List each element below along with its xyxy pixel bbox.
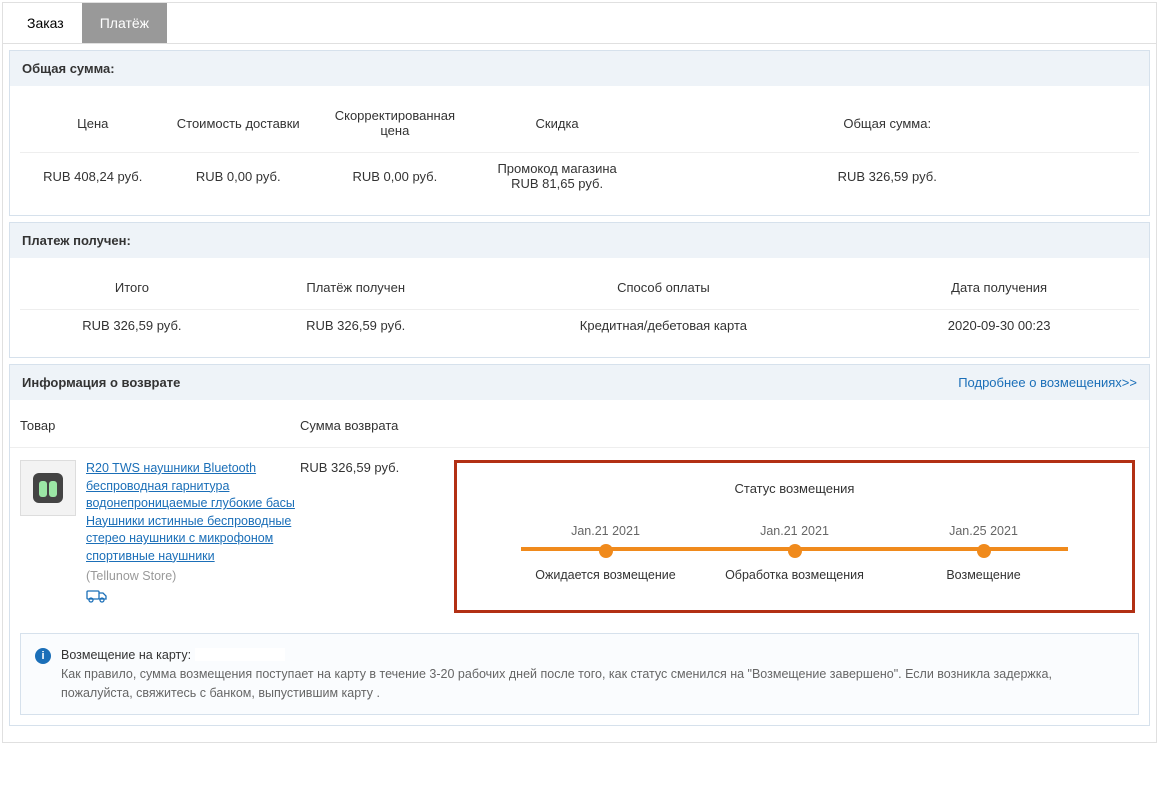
th-total: Общая сумма: <box>635 102 1139 153</box>
panel-total: Общая сумма: Цена Стоимость доставки Ско… <box>9 50 1150 216</box>
notice-card-prefix: Возмещение на карту: <box>61 648 195 662</box>
store-name: (Tellunow Store) <box>86 569 300 583</box>
panel-received-title: Платеж получен: <box>10 223 1149 258</box>
refund-timeline: Jan.21 2021 Ожидается возмещение Jan.21 … <box>511 524 1078 582</box>
td-rtotal: RUB 326,59 руб. <box>20 310 244 342</box>
th-discount: Скидка <box>479 102 636 153</box>
th-rdate: Дата получения <box>859 274 1139 310</box>
th-status: Статус возмещения <box>481 481 1108 496</box>
th-rmethod: Способ оплаты <box>468 274 860 310</box>
td-total: RUB 326,59 руб. <box>635 153 1139 200</box>
tab-payment[interactable]: Платёж <box>82 3 167 43</box>
th-amount: Сумма возврата <box>300 418 450 433</box>
td-shipping: RUB 0,00 руб. <box>165 153 310 200</box>
th-rreceived: Платёж получен <box>244 274 468 310</box>
td-discount: Промокод магазина RUB 81,65 руб. <box>479 153 636 200</box>
info-icon: i <box>35 648 51 664</box>
total-table: Цена Стоимость доставки Скорректированна… <box>20 102 1139 199</box>
td-rdate: 2020-09-30 00:23 <box>859 310 1139 342</box>
tab-order[interactable]: Заказ <box>9 3 82 43</box>
panel-refund-title: Информация о возврате <box>22 375 180 390</box>
refund-more-link[interactable]: Подробнее о возмещениях>> <box>958 375 1137 390</box>
tabs: Заказ Платёж <box>3 3 1156 44</box>
card-mask <box>195 648 285 661</box>
panel-received: Платеж получен: Итого Платёж получен Спо… <box>9 222 1150 358</box>
notice-body: Как правило, сумма возмещения поступает … <box>61 665 1124 703</box>
timeline-step-2: Jan.21 2021 Обработка возмещения <box>700 524 889 582</box>
timeline-step-1: Jan.21 2021 Ожидается возмещение <box>511 524 700 582</box>
td-rreceived: RUB 326,59 руб. <box>244 310 468 342</box>
panel-total-title: Общая сумма: <box>10 51 1149 86</box>
th-product: Товар <box>20 418 300 433</box>
td-rmethod: Кредитная/дебетовая карта <box>468 310 860 342</box>
received-table: Итого Платёж получен Способ оплаты Дата … <box>20 274 1139 341</box>
refund-status-box: Статус возмещения Jan.21 2021 Ожидается … <box>454 460 1135 613</box>
product-cell: R20 TWS наушники Bluetooth беспроводная … <box>20 460 300 608</box>
th-price: Цена <box>20 102 165 153</box>
refund-notice: i Возмещение на карту: Как правило, сумм… <box>20 633 1139 715</box>
th-adjusted: Скорректированная цена <box>311 102 479 153</box>
panel-refund: Информация о возврате Подробнее о возмещ… <box>9 364 1150 726</box>
th-rtotal: Итого <box>20 274 244 310</box>
truck-icon[interactable] <box>86 589 300 608</box>
th-shipping: Стоимость доставки <box>165 102 310 153</box>
timeline-step-3: Jan.25 2021 Возмещение <box>889 524 1078 582</box>
product-thumb[interactable] <box>20 460 76 516</box>
td-adjusted: RUB 0,00 руб. <box>311 153 479 200</box>
product-link[interactable]: R20 TWS наушники Bluetooth беспроводная … <box>86 461 295 563</box>
td-price: RUB 408,24 руб. <box>20 153 165 200</box>
refund-amount: RUB 326,59 руб. <box>300 460 450 475</box>
